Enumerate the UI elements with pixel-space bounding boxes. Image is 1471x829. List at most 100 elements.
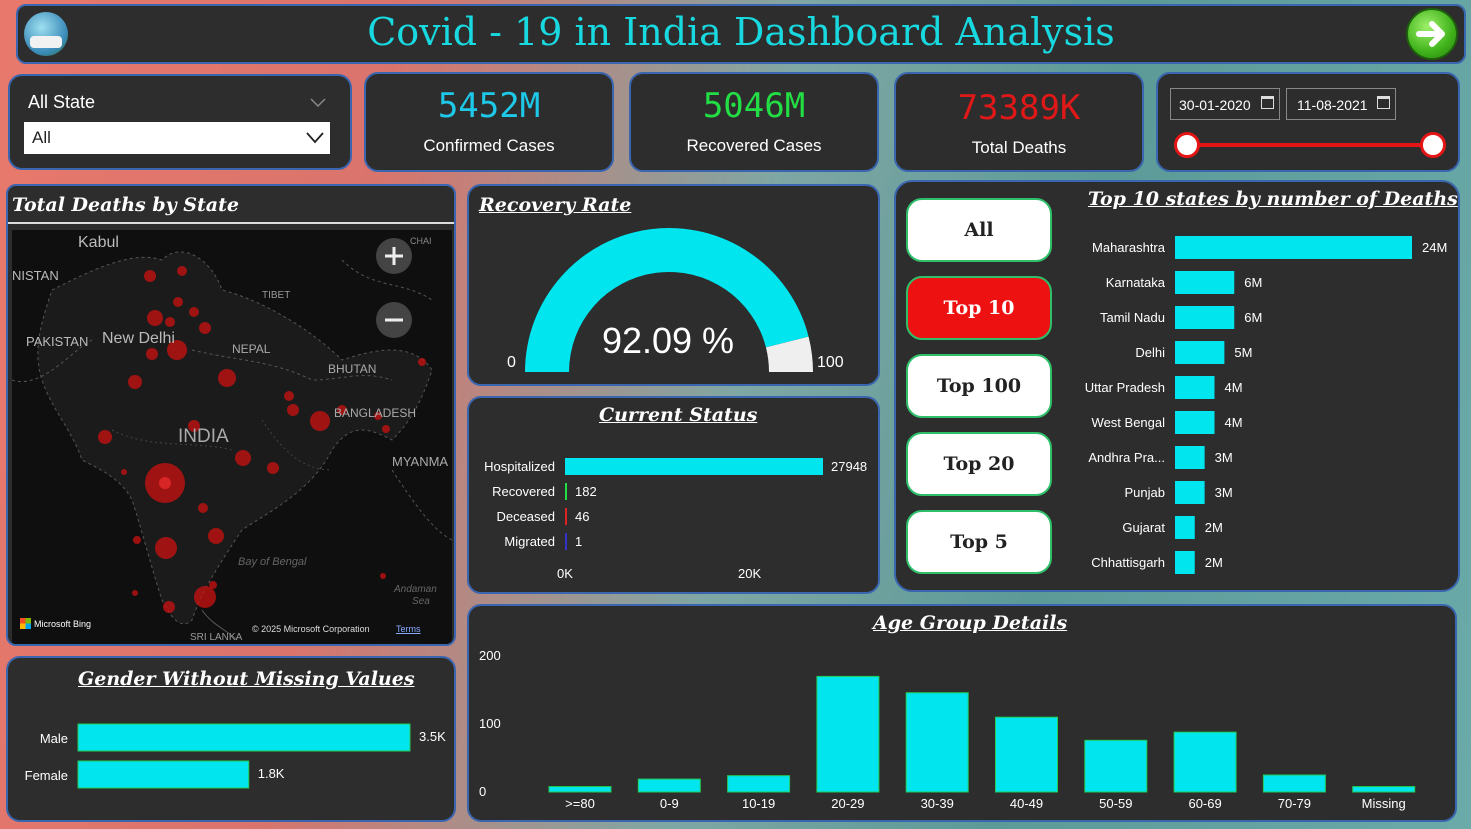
india-map[interactable]: Kabul CHAI NISTAN TIBET PAKISTAN New Del… xyxy=(12,230,452,644)
age-ytick-label: 0 xyxy=(479,784,486,799)
state-value-label: 2M xyxy=(1205,520,1223,535)
calendar-icon[interactable] xyxy=(1261,96,1274,109)
map-label-bangladesh: BANGLADESH xyxy=(334,406,417,420)
bing-logo: Microsoft Bing xyxy=(20,618,91,629)
gauge-min-label: 0 xyxy=(507,354,516,371)
kpi-confirmed-card: 5452M Confirmed Cases xyxy=(364,72,614,172)
status-value-label: 46 xyxy=(575,509,589,524)
gender-label: Male xyxy=(40,731,68,746)
date-slider-track[interactable] xyxy=(1188,143,1436,147)
age-title: Age Group Details xyxy=(873,612,1068,634)
map-label-tibet: TIBET xyxy=(262,290,291,301)
kpi-recovered-card: 5046M Recovered Cases xyxy=(629,72,879,172)
state-bar[interactable] xyxy=(1175,481,1205,504)
age-category-label: >=80 xyxy=(565,796,595,811)
zoom-out-button[interactable] xyxy=(376,302,412,338)
age-bar[interactable] xyxy=(905,692,969,793)
age-category-label: 0-9 xyxy=(660,796,679,811)
status-panel: Current Status Hospitalized 27948 Recovere… xyxy=(467,396,880,594)
map-label-nepal: NEPAL xyxy=(232,342,271,356)
status-chart: Hospitalized 27948 Recovered 182 Deceased 46 M… xyxy=(484,458,867,581)
date-slider-start-handle[interactable] xyxy=(1174,132,1200,158)
age-bar[interactable] xyxy=(1352,786,1416,793)
microsoft-logo-icon xyxy=(20,618,31,629)
page-title: Covid - 19 in India Dashboard Analysis xyxy=(367,10,1115,54)
filter-top10-button[interactable]: Top 10 xyxy=(906,276,1052,340)
kpi-deaths-value: 73389K xyxy=(957,88,1081,128)
filter-top20-button[interactable]: Top 20 xyxy=(906,432,1052,496)
date-slider-end-handle[interactable] xyxy=(1420,132,1446,158)
age-bar[interactable] xyxy=(816,675,880,793)
state-value-label: 4M xyxy=(1225,415,1243,430)
age-category-label: 60-69 xyxy=(1188,796,1221,811)
status-bar[interactable] xyxy=(565,458,823,475)
state-label: Karnataka xyxy=(1106,275,1166,290)
status-label: Recovered xyxy=(492,484,555,499)
age-category-label: 70-79 xyxy=(1278,796,1311,811)
gauge-max-label: 100 xyxy=(817,354,844,371)
gender-label: Female xyxy=(25,768,68,783)
state-select-value: All xyxy=(32,128,51,147)
age-bar[interactable] xyxy=(1084,739,1148,793)
age-category-label: 40-49 xyxy=(1010,796,1043,811)
state-filter-panel: All State All xyxy=(8,74,352,170)
kpi-recovered-label: Recovered Cases xyxy=(686,136,822,155)
age-category-label: 10-19 xyxy=(742,796,775,811)
status-bar[interactable] xyxy=(565,483,567,500)
filter-top5-button[interactable]: Top 5 xyxy=(906,510,1052,574)
state-bar[interactable] xyxy=(1175,341,1225,364)
age-bar[interactable] xyxy=(1173,731,1237,793)
age-bar[interactable] xyxy=(727,775,791,793)
state-bar[interactable] xyxy=(1175,271,1235,294)
state-value-label: 3M xyxy=(1215,485,1233,500)
map-terms-link[interactable]: Terms xyxy=(396,624,421,634)
map-panel: Total Deaths by State Kabul CHAI NISTAN … xyxy=(6,184,456,646)
age-category-label: Missing xyxy=(1362,796,1406,811)
gender-value-label: 3.5K xyxy=(419,729,446,744)
status-xtick-label: 20K xyxy=(738,566,761,581)
gender-title: Gender Without Missing Values xyxy=(78,668,415,690)
zoom-in-button[interactable] xyxy=(376,238,412,274)
state-bar[interactable] xyxy=(1175,306,1235,329)
start-date-input[interactable]: 30-01-2020 xyxy=(1170,88,1280,120)
chevron-down-icon[interactable] xyxy=(310,98,326,108)
state-bar[interactable] xyxy=(1175,376,1215,399)
filter-all-button[interactable]: All xyxy=(906,198,1052,262)
state-value-label: 3M xyxy=(1215,450,1233,465)
state-bar[interactable] xyxy=(1175,446,1205,469)
bing-label: Microsoft Bing xyxy=(34,618,92,629)
next-arrow-button[interactable] xyxy=(1406,8,1458,60)
state-filter-label: All State xyxy=(28,92,96,112)
status-bar[interactable] xyxy=(565,508,567,525)
map-label-bhutan: BHUTAN xyxy=(328,362,377,376)
start-date-value: 30-01-2020 xyxy=(1179,97,1251,113)
state-value-label: 6M xyxy=(1244,275,1262,290)
status-value-label: 27948 xyxy=(831,459,867,474)
arrow-right-icon xyxy=(1416,21,1445,47)
gender-bar[interactable] xyxy=(77,723,411,752)
state-bar[interactable] xyxy=(1175,236,1412,259)
map-label-nistan: NISTAN xyxy=(12,268,59,283)
state-bar[interactable] xyxy=(1175,516,1195,539)
map-label-new-delhi: New Delhi xyxy=(102,330,175,347)
end-date-input[interactable]: 11-08-2021 xyxy=(1286,88,1396,120)
state-label: Delhi xyxy=(1135,345,1165,360)
status-bar[interactable] xyxy=(565,533,567,550)
age-bar[interactable] xyxy=(548,786,612,793)
calendar-icon[interactable] xyxy=(1377,96,1390,109)
status-value-label: 1 xyxy=(575,534,582,549)
top-states-chart: Maharashtra 24M Karnataka 6M Tamil Nadu 6M Del… xyxy=(1085,236,1447,574)
gender-bar[interactable] xyxy=(77,760,250,789)
age-bar[interactable] xyxy=(637,778,701,793)
age-bar[interactable] xyxy=(1262,774,1326,793)
age-bar[interactable] xyxy=(995,716,1058,793)
state-select[interactable]: All xyxy=(24,122,330,154)
filter-top100-button[interactable]: Top 100 xyxy=(906,354,1052,418)
map-label-andaman: Andaman xyxy=(394,584,437,595)
kpi-recovered-value: 5046M xyxy=(702,86,806,126)
state-label: Chhattisgarh xyxy=(1091,555,1165,570)
state-bar[interactable] xyxy=(1175,551,1195,574)
state-label: Maharashtra xyxy=(1092,240,1166,255)
state-bar[interactable] xyxy=(1175,411,1215,434)
state-label: Punjab xyxy=(1125,485,1165,500)
